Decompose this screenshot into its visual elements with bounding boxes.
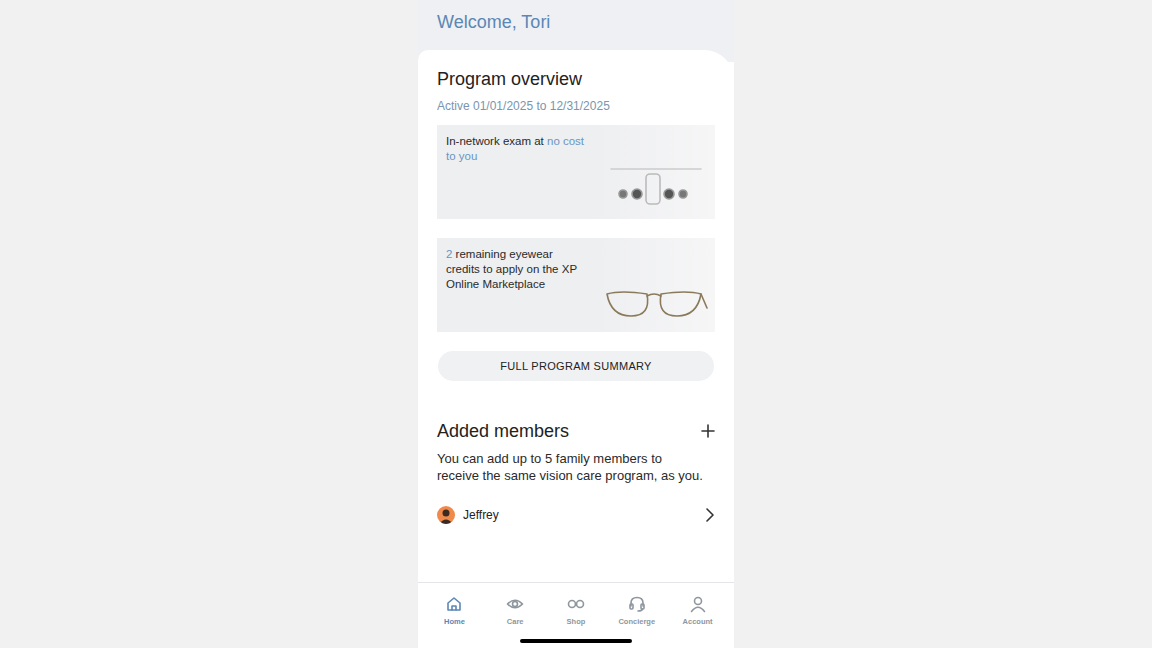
members-description: You can add up to 5 family members to re…: [437, 451, 715, 484]
content-panel: Program overview Active 01/01/2025 to 12/…: [418, 50, 734, 582]
nav-label: Home: [444, 617, 465, 626]
nav-label: Concierge: [618, 617, 655, 626]
members-list: Jeffrey: [437, 502, 715, 528]
members-title: Added members: [437, 419, 569, 443]
home-indicator: [520, 639, 632, 643]
nav-label: Shop: [567, 617, 586, 626]
phoropter-photo: [597, 125, 715, 219]
benefit-text: In-network exam at no cost to you: [437, 125, 587, 219]
full-summary-button[interactable]: FULL PROGRAM SUMMARY: [438, 351, 714, 381]
home-icon: [445, 595, 463, 613]
overview-title: Program overview: [437, 67, 715, 91]
phone-screen: Welcome, Tori Program overview Active 01/0…: [418, 0, 734, 648]
avatar-icon: [437, 506, 455, 524]
eyeglasses-photo: [597, 238, 715, 332]
active-dates: Active 01/01/2025 to 12/31/2025: [437, 98, 715, 114]
eyeglasses-icon: [601, 282, 711, 322]
phoropter-icon: [601, 149, 711, 209]
nav-item[interactable]: Account: [670, 595, 726, 648]
nav-label: Account: [683, 617, 713, 626]
benefit-cards: In-network exam at no cost to you 2 remai…: [437, 125, 715, 332]
text-segment: remaining eyewear credits to apply on th…: [446, 248, 577, 290]
eye-icon: [506, 595, 524, 613]
person-icon: [689, 595, 707, 613]
chevron-right-icon: [705, 507, 715, 523]
member-info: Jeffrey: [437, 506, 499, 524]
welcome-title: Welcome, Tori: [437, 11, 715, 33]
member-name: Jeffrey: [463, 506, 499, 524]
plus-icon[interactable]: [701, 424, 715, 438]
text-segment: In-network exam at: [446, 135, 547, 147]
glasses-icon: [567, 595, 585, 613]
benefit-card[interactable]: In-network exam at no cost to you: [437, 125, 715, 219]
nav-label: Care: [507, 617, 524, 626]
text-segment: 2: [446, 248, 452, 260]
benefit-text: 2 remaining eyewear credits to apply on …: [437, 238, 587, 332]
benefit-card[interactable]: 2 remaining eyewear credits to apply on …: [437, 238, 715, 332]
members-header: Added members: [437, 419, 715, 443]
headset-icon: [628, 595, 646, 613]
nav-item[interactable]: Home: [426, 595, 482, 648]
member-row[interactable]: Jeffrey: [437, 502, 715, 528]
